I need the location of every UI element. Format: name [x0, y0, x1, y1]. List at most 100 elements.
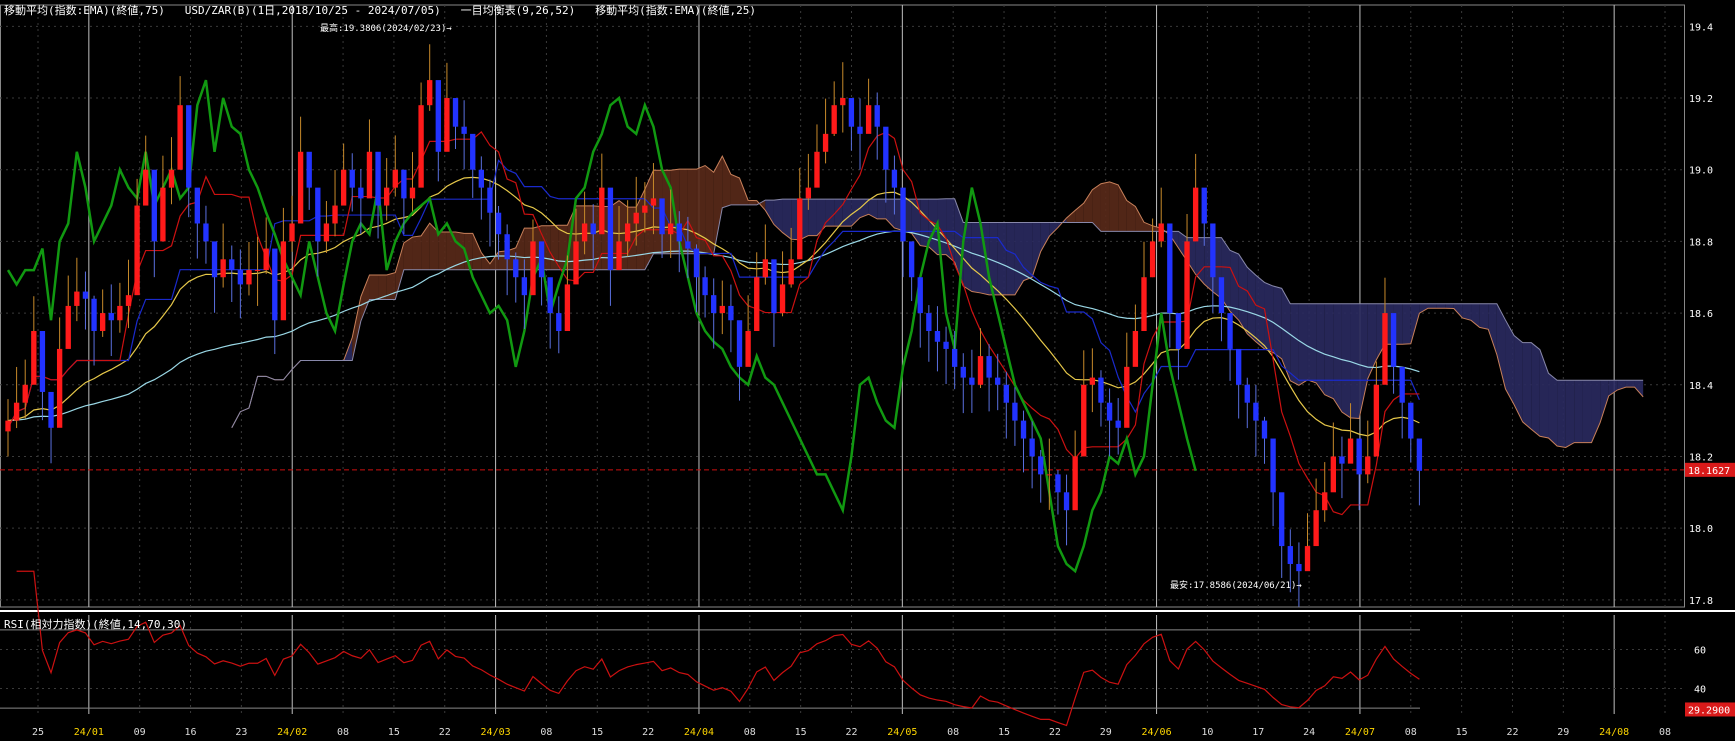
date-label-16: 16 — [185, 727, 197, 738]
high-annotation: 最高:19.3806(2024/02/23)→ — [320, 22, 452, 34]
cloud-segment — [1290, 303, 1299, 386]
date-label-15: 15 — [388, 727, 400, 738]
candle-body — [573, 241, 579, 285]
date-label-15: 15 — [795, 727, 807, 738]
candle-body — [1382, 313, 1388, 385]
candle-body — [1132, 331, 1139, 367]
date-label-23: 23 — [235, 727, 247, 738]
candle-body — [504, 234, 510, 260]
candle-body — [56, 348, 63, 428]
candle-body — [805, 187, 812, 199]
date-label-08: 08 — [1405, 727, 1417, 738]
candle-body — [306, 151, 312, 188]
candle-body — [366, 151, 373, 199]
candle-body — [857, 126, 863, 134]
candle-body — [1020, 420, 1027, 439]
candle-body — [1192, 187, 1199, 242]
cloud-segment — [722, 156, 731, 208]
candle-body — [711, 295, 717, 314]
candle-body — [599, 187, 605, 235]
candle-body — [289, 223, 295, 242]
candle-body — [297, 151, 304, 224]
candle-body — [1227, 313, 1233, 349]
candle-body — [1089, 377, 1096, 385]
date-label-22: 22 — [845, 727, 857, 738]
date-label-08: 08 — [1659, 727, 1671, 738]
candle-body — [1038, 456, 1044, 475]
candle-body — [203, 223, 209, 242]
cloud-segment — [1298, 303, 1308, 386]
candle-body — [564, 284, 571, 332]
rsi-line — [16, 570, 1420, 727]
cloud-segment — [1359, 303, 1368, 419]
candle-body — [478, 169, 485, 188]
candle-body — [409, 187, 416, 199]
candle-body — [926, 313, 932, 332]
cloud-segment — [1548, 373, 1558, 447]
cloud-segment — [1574, 380, 1583, 443]
candle-body — [1365, 456, 1371, 475]
candle-body — [1390, 313, 1397, 367]
candle-body — [521, 277, 528, 296]
candle-body — [1408, 402, 1414, 439]
chart-header: 移動平均(指数:EMA)(終値,75) USD/ZAR(B)(1日,2018/1… — [4, 4, 756, 17]
current-price-label: 18.1627 — [1688, 466, 1730, 477]
candle-body — [513, 259, 519, 278]
candle-body — [280, 241, 287, 321]
candle-body — [1373, 384, 1380, 457]
candle-body — [848, 98, 855, 127]
cloud-segment — [997, 222, 1007, 295]
candle-body — [676, 223, 682, 242]
candle-body — [177, 105, 183, 170]
cloud-segment — [868, 199, 878, 219]
candle-body — [788, 259, 794, 285]
candle-body — [1029, 438, 1035, 457]
candle-body — [1313, 510, 1319, 547]
candle-body — [74, 291, 80, 306]
price-tick-18.2: 18.2 — [1689, 452, 1713, 463]
cloud-segment — [1316, 303, 1325, 395]
date-label-15: 15 — [998, 727, 1010, 738]
cloud-segment — [1479, 303, 1489, 330]
candle-body — [31, 331, 37, 385]
price-tick-19.2: 19.2 — [1689, 94, 1713, 105]
candle-body — [1279, 492, 1285, 547]
date-label-15: 15 — [1456, 727, 1468, 738]
candle-body — [358, 187, 364, 199]
candle-body — [1081, 384, 1087, 457]
cloud-segment — [472, 233, 482, 270]
candle-body — [1167, 223, 1173, 314]
chart-canvas[interactable]: 17.8 18.0 18.2 18.4 18.6 18.8 19.0 19.2 19.4 18.1… — [0, 0, 1735, 741]
candle-body — [211, 241, 218, 278]
candle-body — [590, 223, 596, 235]
candle-body — [616, 241, 622, 271]
candle-body — [1003, 384, 1009, 403]
candle-body — [995, 377, 1001, 385]
candle-body — [1158, 223, 1164, 242]
candle-body — [934, 331, 941, 342]
date-label-29: 29 — [1557, 727, 1569, 738]
candle-body — [1012, 402, 1018, 421]
cloud-segment — [1428, 303, 1437, 309]
candle-body — [581, 223, 588, 242]
cloud-segment — [877, 199, 886, 219]
candle-body — [1201, 187, 1207, 224]
candle-body — [22, 384, 28, 403]
cloud-segment — [920, 199, 929, 247]
cloud-segment — [1514, 335, 1523, 422]
candle-body — [762, 259, 769, 278]
candle-body — [392, 169, 398, 188]
cloud-segment — [481, 252, 490, 270]
date-axis: 25 24/01 09 16 23 24/02 08 15 22 24/03 08 15 22 24/04… — [32, 727, 1671, 738]
date-label-24/06: 24/06 — [1142, 727, 1172, 738]
cloud-segment — [1255, 275, 1265, 349]
cloud-segment — [1496, 303, 1506, 389]
cloud-segment — [971, 222, 981, 293]
date-label-24/08: 24/08 — [1599, 727, 1629, 738]
candle-body — [556, 313, 562, 332]
date-label-24/05: 24/05 — [887, 727, 917, 738]
cloud-segment — [1195, 237, 1205, 285]
date-label-24/02: 24/02 — [277, 727, 307, 738]
candle-body — [168, 169, 175, 188]
candle-body — [1098, 377, 1104, 403]
